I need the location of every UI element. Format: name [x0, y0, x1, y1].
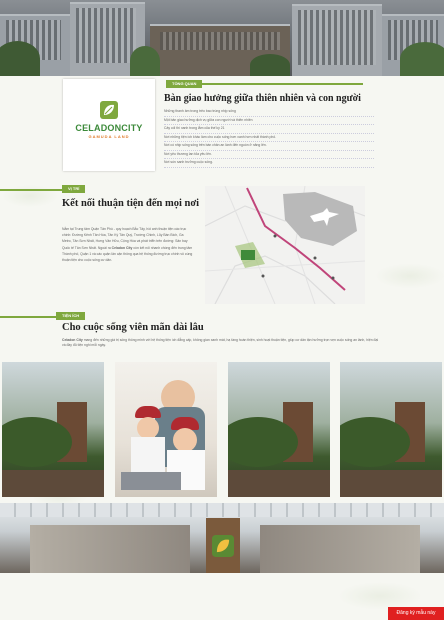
- list-item: Một bản giao hưởng dịch vụ giữa con ngườ…: [164, 117, 374, 125]
- register-template-button[interactable]: Đăng ký mẫu này: [388, 607, 444, 620]
- section-tag-amenities: TIỆN ÍCH: [56, 312, 86, 320]
- leaf-logo-icon: [212, 535, 234, 557]
- list-item: Cây cối thì xanh trong lắm của thế kỷ 21: [164, 125, 374, 134]
- clubhouse-banner: [0, 503, 444, 573]
- section-tag-overview: TỔNG QUAN: [166, 80, 203, 88]
- logo-sub-text: GAMUDA LAND: [88, 134, 130, 139]
- classroom-photo: [115, 362, 217, 497]
- list-item: Nơi những tiện ích khác làm cho cuộc sốn…: [164, 134, 374, 142]
- divider: [200, 83, 363, 85]
- overview-list: Những thanh âm trong trẻo bao trùng nhịp…: [164, 108, 374, 168]
- garden-photo: [228, 362, 330, 497]
- celadon-city-logo: CELADONCITY GAMUDA LAND: [63, 79, 155, 171]
- list-item: Nơi có nhịp sống sống trên bàn chân an l…: [164, 142, 374, 151]
- garden-photo: [340, 362, 442, 497]
- section-tag-location: VỊ TRÍ: [62, 185, 86, 193]
- section-title-location: Kết nối thuận tiện đến mọi nơi: [62, 198, 200, 209]
- leaf-logo-icon: [100, 101, 118, 119]
- hero-banner: [0, 0, 444, 76]
- location-map: [205, 186, 365, 304]
- list-item: Nơi yêu thương lan tỏa yêu lên.: [164, 151, 374, 159]
- section-title-overview: Bàn giao hưởng giữa thiên nhiên và con n…: [164, 93, 361, 104]
- divider: [0, 189, 62, 191]
- list-item: Nơi sức sanh trưởng cuộc sống.: [164, 159, 374, 168]
- amenities-paragraph: Celadon City mang đến những giá trị sống…: [62, 338, 379, 347]
- location-paragraph: Nằm tại Trung tâm Quận Tân Phú - quy hoạ…: [62, 227, 193, 263]
- project-location-marker: [241, 250, 255, 260]
- divider: [0, 316, 56, 318]
- garden-photo: [2, 362, 104, 497]
- list-item: Những thanh âm trong trẻo bao trùng nhịp…: [164, 108, 374, 117]
- logo-brand-text: CELADONCITY: [75, 123, 143, 133]
- section-title-amenities: Cho cuộc sống viên mãn dài lâu: [62, 322, 204, 333]
